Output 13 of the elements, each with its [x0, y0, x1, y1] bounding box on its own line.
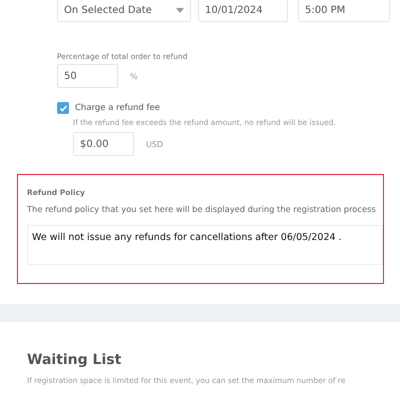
refund-policy-description: The refund policy that you set here will be displayed during the registration process: [27, 203, 376, 215]
refund-fee-label: Charge a refund fee: [75, 103, 160, 113]
caret-icon: [176, 8, 184, 12]
refund-fee-field[interactable]: $0.00: [73, 132, 134, 156]
date-option-dropdown[interactable]: On Selected Date: [57, 0, 191, 22]
currency-unit: USD: [146, 140, 164, 148]
percentage-field[interactable]: 50: [57, 64, 118, 88]
refund-fee-checkbox[interactable]: [57, 102, 69, 114]
waiting-list-title: Waiting List: [27, 352, 122, 368]
refund-policy-textarea[interactable]: We will not issue any refunds for cancellations after 06/05/2024 .: [27, 225, 383, 265]
time-field[interactable]: 5:00 PM: [298, 0, 390, 22]
date-field[interactable]: 10/01/2024: [198, 0, 288, 22]
percent-unit: %: [130, 72, 138, 80]
